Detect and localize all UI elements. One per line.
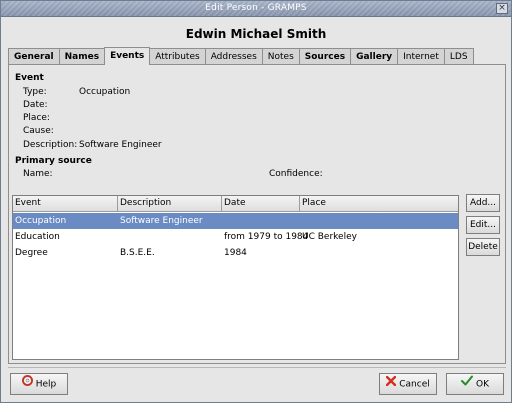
ok-label: OK [476,379,489,390]
cancel-x-icon [386,374,397,394]
help-button[interactable]: Help [10,373,68,395]
table-row[interactable]: Degree B.S.E.E. 1984 [13,245,458,261]
cell-place [300,245,302,261]
tab-addresses[interactable]: Addresses [204,48,263,65]
type-value: Occupation [79,87,131,97]
tab-sources[interactable]: Sources [298,48,352,65]
tab-bar: General Names Events Attributes Addresse… [8,47,474,65]
primary-source-title: Primary source [15,156,92,166]
tab-attributes[interactable]: Attributes [149,48,206,65]
description-value: Software Engineer [79,140,162,150]
type-label: Type: [23,87,47,97]
cell-description: Software Engineer [120,216,203,226]
column-header-description[interactable]: Description [118,196,222,212]
source-name-label: Name: [23,169,53,179]
events-list[interactable]: Event Description Date Place Occupation … [12,195,459,360]
cell-event: Degree [15,248,48,258]
events-panel: Event Type: Occupation Date: Place: Caus… [8,64,506,364]
tab-gallery[interactable]: Gallery [350,48,399,65]
column-header-date[interactable]: Date [222,196,300,212]
cell-event: Education [15,232,60,242]
cell-place: UC Berkeley [302,232,357,242]
confidence-label: Confidence: [269,169,323,179]
help-lifebuoy-icon [21,374,33,394]
add-event-button[interactable]: Add... [466,194,500,212]
ok-button[interactable]: OK [446,373,504,395]
window-title: Edit Person - GRAMPS [205,3,307,13]
column-header-place[interactable]: Place [300,196,458,212]
cell-description: B.S.E.E. [120,248,155,258]
place-label: Place: [23,113,50,123]
cell-date: from 1979 to 1984 [224,232,309,242]
column-header-event[interactable]: Event [13,196,118,212]
footer-separator [8,367,506,368]
description-label: Description: [23,140,78,150]
table-row[interactable]: Occupation Software Engineer [13,213,458,229]
cancel-button[interactable]: Cancel [379,373,437,395]
close-icon[interactable]: × [496,3,508,14]
tab-general[interactable]: General [8,48,60,65]
cell-event: Occupation [15,216,67,226]
cancel-label: Cancel [399,379,430,390]
tab-notes[interactable]: Notes [261,48,300,65]
cell-description [118,229,120,245]
cause-label: Cause: [23,126,54,136]
tab-lds[interactable]: LDS [443,48,474,65]
cell-date [222,213,224,229]
ok-check-icon [461,374,473,394]
edit-person-window: Edit Person - GRAMPS × Edwin Michael Smi… [0,0,512,403]
cell-date: 1984 [224,248,247,258]
event-section-title: Event [15,73,44,83]
delete-event-button[interactable]: Delete [466,238,500,256]
help-label: Help [35,379,57,390]
tab-names[interactable]: Names [58,48,106,65]
table-row[interactable]: Education from 1979 to 1984 UC Berkeley [13,229,458,245]
cell-place [300,213,302,229]
person-name-heading: Edwin Michael Smith [185,27,327,41]
edit-event-button[interactable]: Edit... [466,216,500,234]
date-label: Date: [23,100,48,110]
tab-events[interactable]: Events [104,47,151,65]
title-bar[interactable]: Edit Person - GRAMPS × [1,1,511,17]
tab-internet[interactable]: Internet [397,48,445,65]
